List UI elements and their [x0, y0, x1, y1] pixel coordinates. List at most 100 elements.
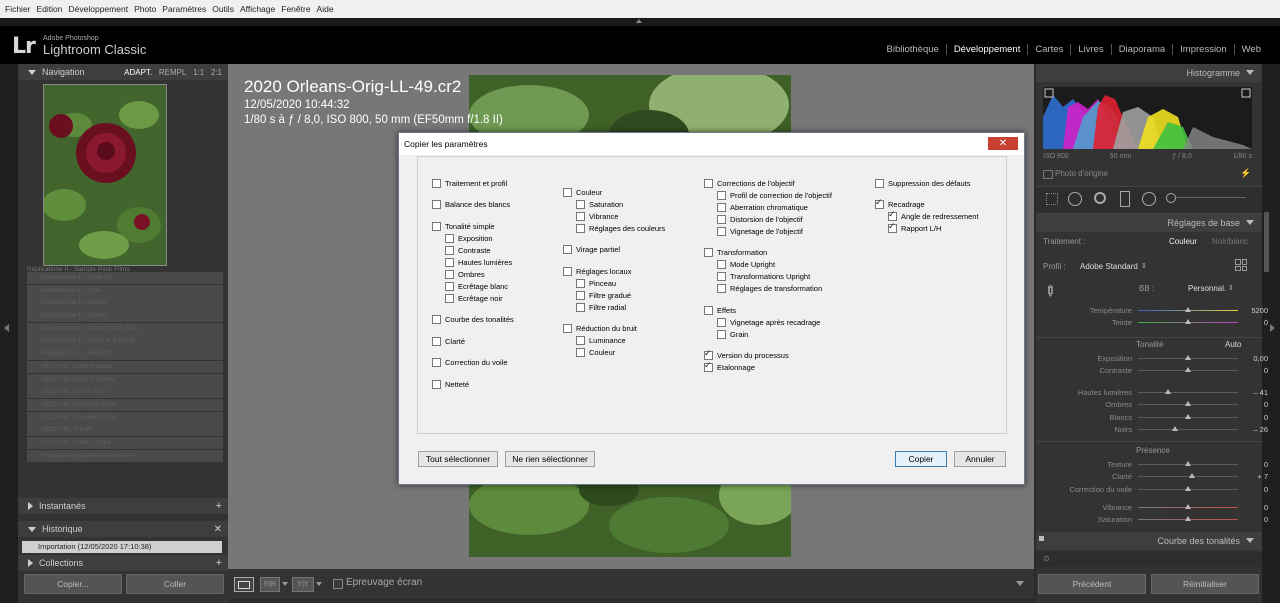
slider-knob[interactable]	[1185, 503, 1191, 509]
checkbox-icon[interactable]	[704, 178, 713, 188]
select-none-button[interactable]: Ne rien sélectionner	[505, 451, 595, 467]
preset-item[interactable]: 2022 FHC Noir et Pan	[27, 386, 223, 399]
redeye-icon[interactable]	[1094, 192, 1106, 204]
navigator-preview[interactable]	[42, 84, 167, 266]
slider-knob[interactable]	[1189, 473, 1195, 479]
preset-item[interactable]: Réplicatione II - Agfa	[27, 284, 223, 297]
setting-checkbox[interactable]: Réglages locaux	[563, 265, 665, 277]
checkbox-icon[interactable]	[576, 211, 585, 221]
setting-checkbox[interactable]: Rapport L/H	[888, 221, 979, 235]
module-tab[interactable]: Diaporama	[1110, 44, 1172, 55]
histogram[interactable]	[1043, 87, 1252, 149]
basic-header[interactable]: Réglages de base	[1036, 214, 1262, 232]
tone-curve-header[interactable]: Courbe des tonalités	[1036, 532, 1262, 550]
menu-item[interactable]: Outils	[212, 4, 234, 14]
setting-checkbox[interactable]: Réglages des couleurs	[576, 222, 665, 234]
preset-item[interactable]: 2022 FHC Night Pourpets	[27, 373, 223, 386]
copy-settings-button[interactable]: Copier...	[24, 574, 122, 594]
spot-removal-icon[interactable]	[1068, 192, 1082, 206]
preset-item[interactable]: Réplicatione palette de couleurs	[27, 449, 223, 462]
menu-item[interactable]: Fichier	[5, 4, 31, 14]
setting-checkbox[interactable]: Filtre gradué	[576, 289, 665, 301]
preset-item[interactable]: Réplicatione II - Cibles	[27, 310, 223, 323]
checked-box-icon[interactable]	[704, 348, 713, 360]
checkbox-icon[interactable]	[432, 358, 441, 367]
select-all-button[interactable]: Tout sélectionner	[418, 451, 498, 467]
loupe-view-button[interactable]	[234, 577, 254, 592]
snapshots-header[interactable]: Instantanés +	[18, 498, 228, 514]
slider-value[interactable]: – 26	[1238, 425, 1268, 434]
paste-settings-button[interactable]: Coller	[126, 574, 224, 594]
slider-knob[interactable]	[1185, 319, 1191, 325]
menu-item[interactable]: Paramètres	[162, 4, 206, 14]
preset-item[interactable]: 2022 FHC Standard B&W	[27, 398, 223, 412]
slider-knob[interactable]	[1165, 388, 1171, 394]
menu-item[interactable]: Aide	[317, 4, 334, 14]
checkbox-icon[interactable]	[717, 226, 726, 236]
dropdown-icon[interactable]	[282, 582, 288, 586]
setting-checkbox[interactable]: Mode Upright	[717, 259, 832, 271]
setting-checkbox[interactable]: Vibrance	[576, 210, 665, 222]
setting-checkbox[interactable]: Balance des blancs	[432, 199, 514, 211]
setting-checkbox[interactable]: Couleur	[576, 347, 665, 359]
panel-toggle-icon[interactable]: ⊙	[1043, 554, 1050, 563]
add-snapshot-icon[interactable]: +	[216, 500, 222, 512]
navigation-header[interactable]: Navigation ADAPT. REMPL 1:1 2:1	[18, 64, 228, 80]
slider-value[interactable]: – 41	[1238, 388, 1268, 397]
history-item[interactable]: Importation (12/05/2020 17:10:38)	[22, 541, 222, 553]
setting-checkbox[interactable]: Suppression des défauts	[875, 177, 979, 189]
zoom-2-1[interactable]: 2:1	[211, 68, 222, 77]
before-after-button[interactable]: R|R	[260, 577, 280, 592]
radial-filter-icon[interactable]	[1142, 192, 1156, 206]
slider-track[interactable]	[1138, 426, 1238, 432]
setting-checkbox[interactable]: Traitement et profil	[432, 177, 514, 189]
close-icon[interactable]: ✕	[988, 137, 1018, 150]
checked-box-icon[interactable]	[875, 197, 884, 209]
checkbox-icon[interactable]	[875, 178, 884, 188]
setting-checkbox[interactable]: Hautes lumières	[445, 256, 514, 268]
slider-value[interactable]: 0	[1238, 400, 1268, 409]
slider-value[interactable]: 0	[1238, 366, 1268, 375]
setting-checkbox[interactable]: Profil de correction de l'objectif	[717, 189, 832, 201]
menu-item[interactable]: Développement	[69, 4, 129, 14]
treatment-color[interactable]: Couleur	[1169, 237, 1197, 246]
checked-box-icon[interactable]	[704, 360, 713, 372]
setting-checkbox[interactable]: Angle de redressement	[888, 209, 979, 223]
zoom-fit[interactable]: ADAPT.	[124, 68, 152, 77]
slider-track[interactable]	[1138, 473, 1238, 479]
slider-track[interactable]	[1138, 460, 1238, 466]
checkbox-icon[interactable]	[576, 290, 585, 300]
previous-button[interactable]: Précédent	[1038, 574, 1146, 594]
cancel-button[interactable]: Annuler	[954, 451, 1006, 467]
checkbox-icon[interactable]	[432, 336, 441, 346]
setting-checkbox[interactable]: Luminance	[576, 335, 665, 347]
setting-checkbox[interactable]: Couleur	[563, 186, 665, 198]
menu-item[interactable]: Photo	[134, 4, 156, 14]
compare-button[interactable]: Y|Y	[292, 577, 314, 592]
preset-item[interactable]: Réplicatione II - Black and White	[27, 335, 223, 348]
slider-track[interactable]	[1138, 306, 1238, 312]
slider-value[interactable]: + 7	[1238, 472, 1268, 481]
checkbox-icon[interactable]	[576, 348, 585, 357]
preset-item[interactable]: 2022 FHC Tutshi - Color	[27, 436, 223, 450]
slider-value[interactable]: 0	[1238, 515, 1268, 524]
module-tab[interactable]: Impression	[1172, 44, 1233, 55]
module-tab[interactable]: Cartes	[1027, 44, 1070, 55]
slider-track[interactable]	[1138, 367, 1238, 373]
setting-checkbox[interactable]: Vignetage après recadrage	[717, 316, 832, 328]
setting-checkbox[interactable]: Virage partiel	[563, 244, 665, 256]
setting-checkbox[interactable]: Réglages de transformation	[717, 283, 832, 295]
setting-checkbox[interactable]: Etalonnage	[704, 360, 832, 374]
clear-history-icon[interactable]: ✕	[214, 524, 222, 535]
checkbox-icon[interactable]	[432, 379, 441, 389]
checkbox-icon[interactable]	[576, 336, 585, 345]
checkbox-icon[interactable]	[717, 317, 726, 327]
preset-item[interactable]: Réplicatione II - Fadé 01	[27, 272, 223, 285]
slider-value[interactable]: 0	[1238, 460, 1268, 469]
slider-track[interactable]	[1138, 503, 1238, 509]
setting-checkbox[interactable]: Pinceau	[576, 277, 665, 289]
checkbox-icon[interactable]	[445, 257, 454, 267]
tone-auto-button[interactable]: Auto	[1225, 340, 1241, 349]
preset-item[interactable]: Réplicatione II - Version Noir Film	[27, 322, 223, 335]
wb-select[interactable]: Personnal.	[1188, 284, 1226, 293]
